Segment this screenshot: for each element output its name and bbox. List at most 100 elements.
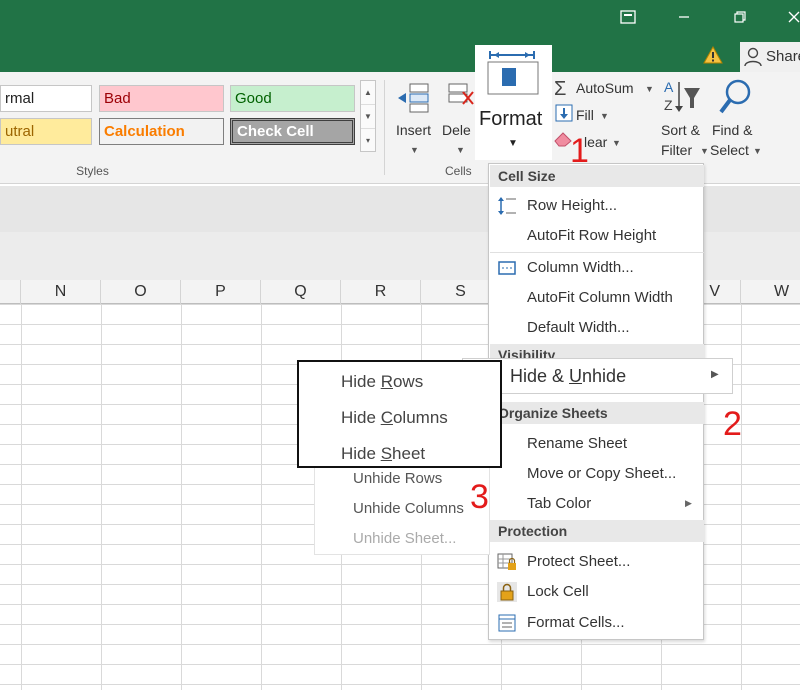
submenu-hide-rows[interactable]: Hide Rows — [341, 372, 423, 392]
svg-text:Z: Z — [664, 97, 673, 113]
sort-filter-caret-icon[interactable]: ▼ — [700, 146, 709, 156]
column-header-q[interactable]: Q — [261, 280, 341, 304]
format-label[interactable]: Format — [479, 108, 542, 131]
column-header-p[interactable]: P — [181, 280, 261, 304]
menu-rename-sheet[interactable]: Rename Sheet — [489, 429, 703, 458]
menu-autofit-row-height[interactable]: AutoFit Row Height — [489, 221, 703, 250]
menu-default-width-label: Default Width... — [527, 319, 630, 336]
section-cell-size: Cell Size — [490, 165, 704, 187]
format-caret-icon[interactable]: ▼ — [508, 138, 518, 149]
fill-label[interactable]: Fill — [576, 107, 594, 123]
minimize-icon[interactable] — [673, 8, 695, 30]
group-divider — [384, 80, 385, 175]
autosum-caret-icon[interactable]: ▼ — [645, 84, 654, 94]
scroll-up-icon[interactable]: ▲ — [361, 81, 375, 105]
menu-autofit-column-width[interactable]: AutoFit Column Width — [489, 283, 703, 312]
section-protection: Protection — [490, 520, 704, 542]
column-width-icon — [497, 258, 517, 278]
row-height-icon — [497, 196, 517, 216]
menu-lock-cell[interactable]: Lock Cell — [489, 577, 703, 606]
submenu-hide-sheet[interactable]: Hide Sheet — [341, 444, 425, 464]
step-number-1: 1 — [570, 132, 589, 170]
style-check-cell[interactable]: Check Cell — [230, 118, 355, 145]
hide-options-box: Hide Rows Hide Columns Hide Sheet — [297, 360, 502, 468]
styles-gallery-scroll[interactable]: ▲ ▼ ▾ — [360, 80, 376, 152]
menu-autofit-column-width-label: AutoFit Column Width — [527, 289, 673, 306]
format-dropdown-menu: Cell Size Row Height... AutoFit Row Heig… — [488, 163, 704, 640]
ribbon-display-options-icon[interactable] — [617, 8, 639, 30]
section-organize-sheets: Organize Sheets — [490, 402, 704, 424]
find-select-label-line1[interactable]: Find & — [712, 122, 752, 138]
submenu-unhide-sheet: Unhide Sheet... — [353, 530, 457, 547]
hide-unhide-submenu: Unhide Rows Unhide Columns Unhide Sheet.… — [314, 463, 490, 555]
autosum-label[interactable]: AutoSum — [576, 80, 634, 96]
format-cells-icon — [497, 613, 517, 633]
warning-icon[interactable] — [703, 45, 723, 64]
submenu-arrow-icon: ▶ — [711, 369, 719, 380]
svg-text:A: A — [664, 79, 674, 95]
step-number-2: 2 — [723, 405, 742, 443]
close-icon[interactable] — [783, 8, 800, 30]
delete-cells-icon[interactable] — [447, 80, 477, 123]
menu-move-copy-sheet-label: Move or Copy Sheet... — [527, 465, 677, 482]
delete-caret-icon[interactable]: ▼ — [456, 145, 465, 155]
menu-default-width[interactable]: Default Width... — [489, 313, 703, 342]
menu-autofit-row-height-label: AutoFit Row Height — [527, 227, 657, 244]
menu-column-width[interactable]: Column Width... — [489, 253, 703, 282]
find-select-caret-icon[interactable]: ▼ — [753, 146, 762, 156]
submenu-arrow-icon: ▶ — [685, 498, 692, 508]
styles-group-label: Styles — [76, 164, 109, 178]
submenu-hide-columns[interactable]: Hide Columns — [341, 408, 448, 428]
column-header-n[interactable]: N — [21, 280, 101, 304]
style-good[interactable]: Good — [230, 85, 355, 112]
menu-row-height-label: Row Height... — [527, 197, 618, 214]
restore-icon[interactable] — [729, 8, 751, 30]
fill-caret-icon[interactable]: ▼ — [600, 111, 609, 121]
format-icon[interactable] — [486, 50, 542, 105]
style-normal[interactable]: rmal — [0, 85, 92, 112]
menu-hide-unhide[interactable]: Hide & Unhide ▶ — [462, 358, 733, 394]
menu-protect-sheet-label: Protect Sheet... — [527, 553, 631, 570]
delete-label[interactable]: Dele — [442, 122, 471, 138]
autosum-icon[interactable]: Σ — [554, 78, 566, 101]
sort-filter-label-line2[interactable]: Filter — [661, 142, 692, 158]
find-select-label-line2[interactable]: Select — [710, 142, 749, 158]
style-neutral[interactable]: utral — [0, 118, 92, 145]
insert-cells-icon[interactable] — [396, 80, 434, 123]
insert-label[interactable]: Insert — [396, 122, 431, 138]
fill-icon[interactable] — [555, 104, 573, 127]
menu-tab-color[interactable]: Tab Color ▶ — [489, 489, 703, 518]
share-label: Share — [766, 48, 800, 65]
lock-icon — [497, 582, 517, 602]
menu-row-height[interactable]: Row Height... — [489, 191, 703, 220]
ribbon-tab-strip — [0, 42, 800, 72]
sort-filter-icon[interactable]: AZ — [662, 78, 702, 121]
submenu-unhide-columns[interactable]: Unhide Columns — [353, 500, 464, 517]
style-bad[interactable]: Bad — [99, 85, 224, 112]
find-select-magnifier-icon[interactable] — [718, 78, 754, 121]
column-header-partial[interactable] — [0, 280, 21, 304]
menu-tab-color-label: Tab Color — [527, 495, 592, 512]
column-header-o[interactable]: O — [101, 280, 181, 304]
step-number-3: 3 — [470, 478, 489, 516]
column-header-w[interactable]: W — [741, 280, 800, 304]
style-calculation[interactable]: Calculation — [99, 118, 224, 145]
menu-rename-sheet-label: Rename Sheet — [527, 435, 628, 452]
clear-caret-icon[interactable]: ▼ — [612, 138, 621, 148]
sort-filter-label-line1[interactable]: Sort & — [661, 122, 700, 138]
submenu-unhide-rows[interactable]: Unhide Rows — [353, 470, 442, 487]
menu-column-width-label: Column Width... — [527, 259, 634, 276]
menu-protect-sheet[interactable]: Protect Sheet... — [489, 547, 703, 576]
person-icon — [744, 47, 762, 72]
column-header-r[interactable]: R — [341, 280, 421, 304]
protect-sheet-icon — [497, 552, 517, 572]
insert-caret-icon[interactable]: ▼ — [410, 145, 419, 155]
menu-format-cells[interactable]: Format Cells... — [489, 608, 703, 637]
cells-group-label: Cells — [445, 164, 472, 178]
menu-move-copy-sheet[interactable]: Move or Copy Sheet... — [489, 459, 703, 488]
scroll-down-icon[interactable]: ▼ — [361, 105, 375, 129]
menu-format-cells-label: Format Cells... — [527, 614, 625, 631]
gallery-more-icon[interactable]: ▾ — [361, 129, 375, 153]
menu-hide-unhide-label: Hide & Unhide — [510, 366, 627, 386]
menu-lock-cell-label: Lock Cell — [527, 583, 589, 600]
